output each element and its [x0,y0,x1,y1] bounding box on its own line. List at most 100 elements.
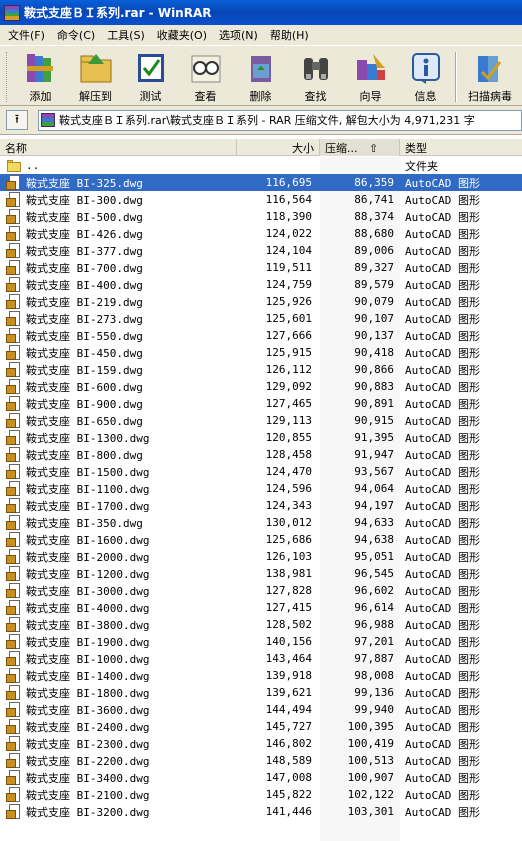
virus-scan-icon [472,50,508,86]
file-row[interactable]: 鞍式支座 BI-350.dwg 130,012 94,633 AutoCAD 图形 [0,514,522,531]
row-type: AutoCAD 图形 [405,431,480,445]
file-row[interactable]: 鞍式支座 BI-1000.dwg 143,464 97,887 AutoCAD 图形 [0,650,522,667]
row-type: AutoCAD 图形 [405,686,480,700]
file-row[interactable]: 鞍式支座 BI-1900.dwg 140,156 97,201 AutoCAD 图形 [0,633,522,650]
add-button[interactable]: 添加 [13,50,68,104]
autocad-file-icon [6,599,22,616]
file-row[interactable]: 鞍式支座 BI-3400.dwg 147,008 100,907 AutoCAD 图形 [0,769,522,786]
winrar-app-icon [4,4,20,21]
view-glasses-icon [188,50,224,86]
info-button[interactable]: 信息 [398,50,453,104]
file-row[interactable]: 鞍式支座 BI-3200.dwg 141,446 103,301 AutoCAD 图形 [0,803,522,820]
row-packed: 95,051 [354,550,394,563]
column-size[interactable]: 大小 [237,139,320,156]
row-type: AutoCAD 图形 [405,720,480,734]
menu-file[interactable]: 文件(F) [2,27,51,43]
menu-commands[interactable]: 命令(C) [51,27,101,43]
file-row[interactable]: 鞍式支座 BI-700.dwg 119,511 89,327 AutoCAD 图形 [0,259,522,276]
extract-to-button[interactable]: 解压到 [68,50,123,104]
wizard-button[interactable]: 向导 [343,50,398,104]
row-packed: 96,988 [354,618,394,631]
column-packed[interactable]: 压缩... ⇧ [320,139,400,156]
file-row[interactable]: 鞍式支座 BI-2200.dwg 148,589 100,513 AutoCAD 图形 [0,752,522,769]
address-text: 鞍式支座ＢＩ系列.rar\鞍式支座ＢＩ系列 - RAR 压缩文件, 解包大小为 … [59,114,475,127]
file-row[interactable]: 鞍式支座 BI-800.dwg 128,458 91,947 AutoCAD 图形 [0,446,522,463]
file-row[interactable]: 鞍式支座 BI-900.dwg 127,465 90,891 AutoCAD 图形 [0,395,522,412]
file-row[interactable]: 鞍式支座 BI-650.dwg 129,113 90,915 AutoCAD 图形 [0,412,522,429]
file-row[interactable]: 鞍式支座 BI-219.dwg 125,926 90,079 AutoCAD 图形 [0,293,522,310]
row-name: 鞍式支座 BI-1100.dwg [26,482,150,496]
menu-help[interactable]: 帮助(H) [264,27,315,43]
row-type: AutoCAD 图形 [405,635,480,649]
view-button[interactable]: 查看 [178,50,233,104]
delete-button[interactable]: 删除 [233,50,288,104]
menu-tools[interactable]: 工具(S) [101,27,151,43]
row-packed: 99,940 [354,703,394,716]
row-packed: 99,136 [354,686,394,699]
autocad-file-icon [6,582,22,599]
row-name: 鞍式支座 BI-650.dwg [26,414,143,428]
file-row[interactable]: 鞍式支座 BI-500.dwg 118,390 88,374 AutoCAD 图形 [0,208,522,225]
file-row[interactable]: 鞍式支座 BI-2300.dwg 146,802 100,419 AutoCAD 图形 [0,735,522,752]
file-row[interactable]: 鞍式支座 BI-1600.dwg 125,686 94,638 AutoCAD 图形 [0,531,522,548]
file-row[interactable]: 鞍式支座 BI-1300.dwg 120,855 91,395 AutoCAD 图形 [0,429,522,446]
file-row[interactable]: 鞍式支座 BI-600.dwg 129,092 90,883 AutoCAD 图形 [0,378,522,395]
parent-folder-row[interactable]: .. 文件夹 [0,157,522,174]
file-row[interactable]: 鞍式支座 BI-1800.dwg 139,621 99,136 AutoCAD 图形 [0,684,522,701]
row-packed: 94,064 [354,482,394,495]
file-row[interactable]: 鞍式支座 BI-550.dwg 127,666 90,137 AutoCAD 图形 [0,327,522,344]
menu-favorites[interactable]: 收藏夹(O) [151,27,213,43]
file-row[interactable]: 鞍式支座 BI-426.dwg 124,022 88,680 AutoCAD 图形 [0,225,522,242]
row-packed: 90,137 [354,329,394,342]
autocad-file-icon [6,395,22,412]
row-name: 鞍式支座 BI-1900.dwg [26,635,150,649]
file-row[interactable]: 鞍式支座 BI-1200.dwg 138,981 96,545 AutoCAD 图形 [0,565,522,582]
row-packed: 89,579 [354,278,394,291]
menu-options[interactable]: 选项(N) [213,27,264,43]
column-name[interactable]: 名称 [0,139,237,156]
file-list[interactable]: .. 文件夹 鞍式支座 BI-325.dwg 116,695 86,359 AutoC… [0,157,522,841]
file-row[interactable]: 鞍式支座 BI-3800.dwg 128,502 96,988 AutoCAD 图形 [0,616,522,633]
toolbar-grip[interactable] [6,52,9,102]
file-row[interactable]: 鞍式支座 BI-2000.dwg 126,103 95,051 AutoCAD 图形 [0,548,522,565]
file-row[interactable]: 鞍式支座 BI-450.dwg 125,915 90,418 AutoCAD 图形 [0,344,522,361]
row-size: 126,112 [265,363,312,376]
file-row[interactable]: 鞍式支座 BI-1100.dwg 124,596 94,064 AutoCAD 图形 [0,480,522,497]
autocad-file-icon [6,497,22,514]
column-type[interactable]: 类型 [400,139,522,156]
file-row[interactable]: 鞍式支座 BI-1500.dwg 124,470 93,567 AutoCAD 图形 [0,463,522,480]
file-row[interactable]: 鞍式支座 BI-1700.dwg 124,343 94,197 AutoCAD 图形 [0,497,522,514]
find-button[interactable]: 查找 [288,50,343,104]
file-row[interactable]: 鞍式支座 BI-1400.dwg 139,918 98,008 AutoCAD 图形 [0,667,522,684]
row-type: AutoCAD 图形 [405,805,480,819]
address-field[interactable]: 鞍式支座ＢＩ系列.rar\鞍式支座ＢＩ系列 - RAR 压缩文件, 解包大小为 … [38,109,522,131]
file-row[interactable]: 鞍式支座 BI-325.dwg 116,695 86,359 AutoCAD 图形 [0,174,522,191]
find-label: 查找 [304,90,327,103]
file-row[interactable]: 鞍式支座 BI-400.dwg 124,759 89,579 AutoCAD 图形 [0,276,522,293]
row-size: 139,918 [265,669,312,682]
autocad-file-icon [6,735,22,752]
row-size: 124,022 [265,227,312,240]
up-folder-button[interactable]: ⭱ [6,110,28,130]
virus-scan-button[interactable]: 扫描病毒 [461,50,519,104]
row-size: 116,695 [237,176,320,189]
row-packed: 97,201 [354,635,394,648]
file-row[interactable]: 鞍式支座 BI-273.dwg 125,601 90,107 AutoCAD 图形 [0,310,522,327]
row-packed: 91,947 [354,448,394,461]
autocad-file-icon [6,293,22,310]
test-check-icon [133,50,169,86]
file-row[interactable]: 鞍式支座 BI-2100.dwg 145,822 102,122 AutoCAD 图形 [0,786,522,803]
file-row[interactable]: 鞍式支座 BI-3000.dwg 127,828 96,602 AutoCAD 图形 [0,582,522,599]
file-row[interactable]: 鞍式支座 BI-2400.dwg 145,727 100,395 AutoCAD 图形 [0,718,522,735]
file-row[interactable]: 鞍式支座 BI-3600.dwg 144,494 99,940 AutoCAD 图形 [0,701,522,718]
extract-to-label: 解压到 [79,90,112,103]
file-row[interactable]: 鞍式支座 BI-4000.dwg 127,415 96,614 AutoCAD 图形 [0,599,522,616]
file-row[interactable]: 鞍式支座 BI-159.dwg 126,112 90,866 AutoCAD 图形 [0,361,522,378]
file-row[interactable]: 鞍式支座 BI-300.dwg 116,564 86,741 AutoCAD 图形 [0,191,522,208]
test-button[interactable]: 测试 [123,50,178,104]
row-name: 鞍式支座 BI-325.dwg [24,174,145,191]
file-row[interactable]: 鞍式支座 BI-377.dwg 124,104 89,006 AutoCAD 图形 [0,242,522,259]
row-size: 116,564 [265,193,312,206]
row-name: 鞍式支座 BI-159.dwg [26,363,143,377]
row-name: 鞍式支座 BI-1400.dwg [26,669,150,683]
